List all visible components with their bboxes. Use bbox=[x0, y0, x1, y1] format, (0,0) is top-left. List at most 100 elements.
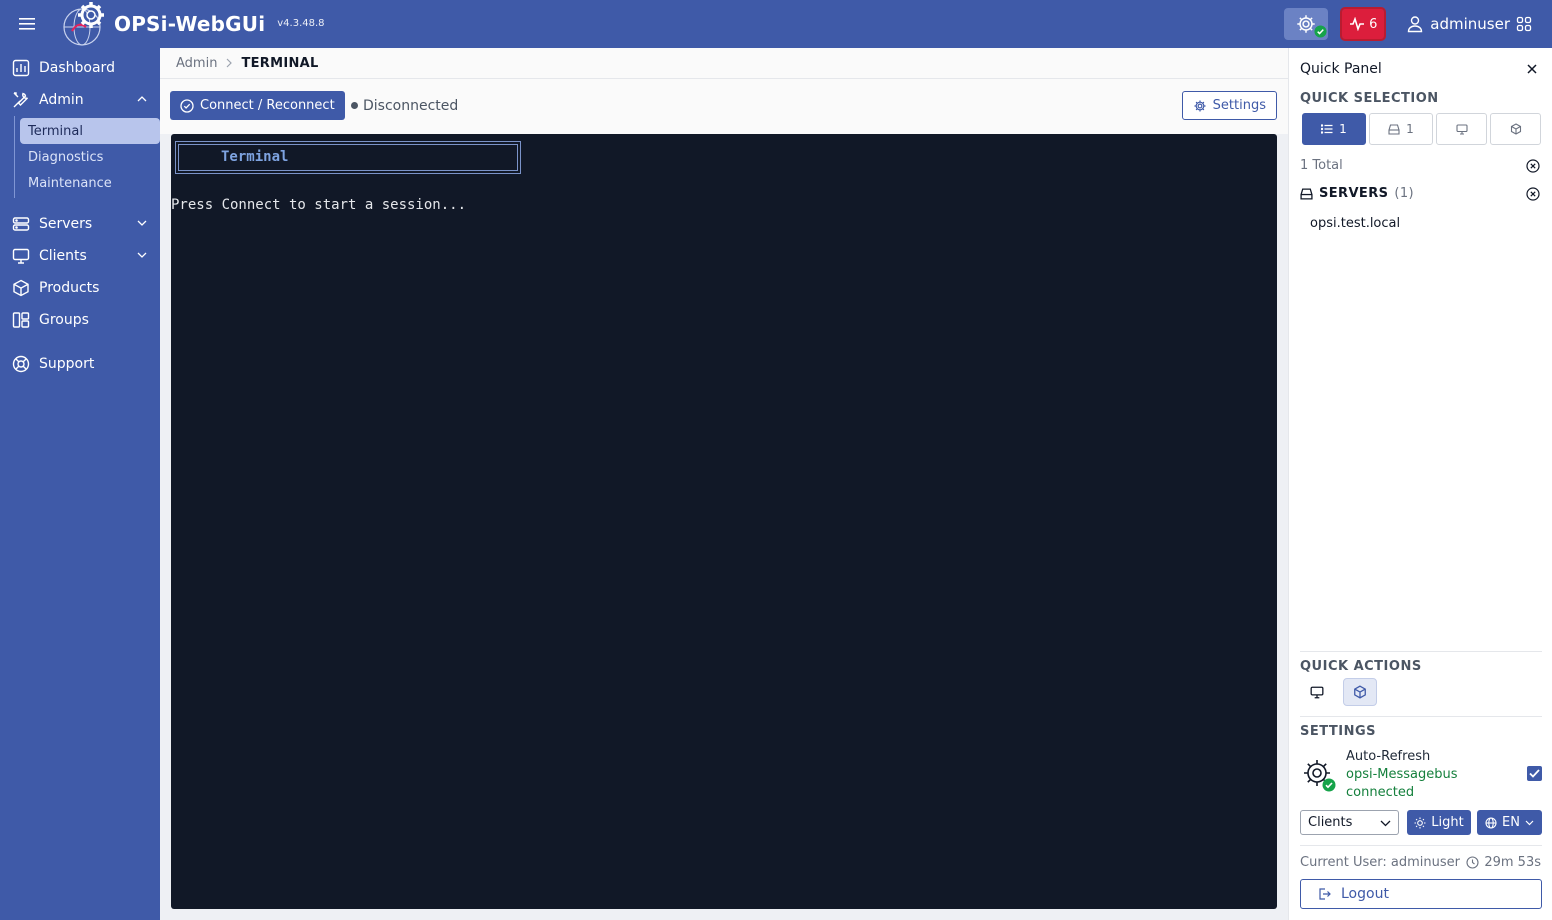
list-item[interactable]: opsi.test.local bbox=[1310, 216, 1400, 231]
quick-action-clients-button[interactable] bbox=[1300, 678, 1334, 706]
sidebar-item-clients[interactable]: Clients bbox=[0, 240, 160, 272]
user-menu[interactable]: adminuser bbox=[1406, 15, 1532, 33]
server-icon bbox=[1300, 187, 1313, 200]
current-user: Current User: adminuser bbox=[1300, 855, 1460, 870]
quick-action-products-button[interactable] bbox=[1343, 678, 1377, 706]
monitor-icon bbox=[1310, 686, 1324, 699]
tools-icon bbox=[11, 90, 31, 110]
sidebar-item-support[interactable]: Support bbox=[0, 348, 160, 380]
username: adminuser bbox=[1430, 15, 1510, 33]
sidebar-item-groups[interactable]: Groups bbox=[0, 304, 160, 336]
sun-icon bbox=[1414, 817, 1426, 829]
opsi-logo-icon bbox=[60, 1, 110, 47]
auto-refresh-checkbox[interactable] bbox=[1527, 766, 1542, 781]
box-icon bbox=[1510, 123, 1522, 135]
connection-status-text: Disconnected bbox=[363, 97, 459, 114]
theme-toggle-button[interactable]: Light bbox=[1407, 810, 1471, 835]
tab-servers-selection[interactable]: 1 bbox=[1369, 113, 1433, 145]
breadcrumb-current: TERMINAL bbox=[241, 55, 319, 71]
close-icon bbox=[1526, 63, 1538, 75]
clear-all-selection-button[interactable] bbox=[1526, 159, 1540, 173]
server-icon bbox=[1388, 123, 1400, 135]
chevron-right-icon bbox=[225, 58, 233, 68]
breadcrumb: Admin TERMINAL bbox=[160, 48, 1288, 79]
terminal-window[interactable]: Terminal Press Connect to start a sessio… bbox=[171, 134, 1277, 909]
sidebar-item-label: Products bbox=[39, 280, 100, 296]
breadcrumb-admin[interactable]: Admin bbox=[176, 56, 217, 71]
admin-submenu: Terminal Diagnostics Maintenance bbox=[14, 116, 160, 198]
auto-refresh-label: Auto-Refresh bbox=[1346, 749, 1431, 764]
tab-all-selection[interactable]: 1 bbox=[1302, 113, 1366, 145]
status-dot-icon bbox=[351, 102, 358, 109]
tab-clients-selection[interactable] bbox=[1436, 113, 1487, 145]
terminal-toolbar: Connect / Reconnect Disconnected Setting… bbox=[160, 79, 1288, 134]
sidebar-item-label: Clients bbox=[39, 248, 87, 264]
selection-total: 1 Total bbox=[1300, 158, 1343, 173]
settings-title: SETTINGS bbox=[1300, 724, 1377, 739]
sidebar-item-label: Support bbox=[39, 356, 95, 372]
servers-selection-header: SERVERS (1) bbox=[1300, 186, 1414, 201]
terminal-title: Terminal bbox=[221, 149, 289, 165]
messagebus-status: connected bbox=[1346, 785, 1415, 800]
servers-label: SERVERS bbox=[1319, 186, 1389, 201]
language-label: EN bbox=[1502, 815, 1520, 830]
quick-actions-title: QUICK ACTIONS bbox=[1300, 659, 1422, 674]
sidebar-item-dashboard[interactable]: Dashboard bbox=[0, 52, 160, 84]
close-quick-panel-button[interactable] bbox=[1526, 63, 1538, 75]
app-logo[interactable]: OPSi-WebGUi v4.3.48.8 bbox=[56, 1, 325, 47]
view-select[interactable]: Clients bbox=[1300, 810, 1399, 835]
gear-icon bbox=[1193, 99, 1207, 113]
health-alert-button[interactable]: 6 bbox=[1340, 7, 1387, 41]
clock-icon bbox=[1466, 856, 1479, 869]
divider bbox=[1300, 845, 1542, 846]
sidebar-item-label: Servers bbox=[39, 216, 93, 232]
sidebar-item-label: Groups bbox=[39, 312, 89, 328]
sidebar-item-maintenance[interactable]: Maintenance bbox=[20, 170, 160, 196]
hamburger-icon bbox=[19, 17, 37, 31]
monitor-icon bbox=[11, 246, 31, 266]
sidebar-item-terminal[interactable]: Terminal bbox=[20, 118, 160, 144]
sidebar-item-products[interactable]: Products bbox=[0, 272, 160, 304]
quick-panel-title: Quick Panel bbox=[1300, 61, 1382, 77]
logout-button[interactable]: Logout bbox=[1300, 879, 1542, 909]
brand-name: OPSi-WebGUi bbox=[114, 12, 266, 36]
alert-count: 6 bbox=[1369, 16, 1378, 32]
session-timer-value: 29m 53s bbox=[1484, 855, 1541, 870]
activity-icon bbox=[1349, 17, 1365, 31]
globe-icon bbox=[1485, 816, 1497, 829]
terminal-settings-button[interactable]: Settings bbox=[1181, 91, 1277, 120]
view-select-value: Clients bbox=[1308, 815, 1353, 830]
divider bbox=[1300, 716, 1542, 717]
language-select-button[interactable]: EN bbox=[1477, 810, 1542, 835]
sidebar-item-servers[interactable]: Servers bbox=[0, 208, 160, 240]
chevron-down-icon bbox=[136, 249, 148, 261]
groups-icon bbox=[11, 310, 31, 330]
lifebuoy-icon bbox=[11, 354, 31, 374]
connect-button[interactable]: Connect / Reconnect bbox=[170, 91, 345, 120]
connection-status: Disconnected bbox=[351, 91, 458, 120]
quick-selection-title: QUICK SELECTION bbox=[1300, 91, 1439, 106]
server-icon bbox=[11, 214, 31, 234]
menu-toggle-button[interactable] bbox=[0, 0, 56, 48]
top-header: OPSi-WebGUi v4.3.48.8 6 adminuser bbox=[0, 0, 1552, 48]
terminal-output-line: Press Connect to start a session... bbox=[171, 197, 467, 213]
sidebar-item-diagnostics[interactable]: Diagnostics bbox=[20, 144, 160, 170]
checkmark-icon bbox=[1529, 769, 1540, 778]
logout-label: Logout bbox=[1341, 886, 1389, 902]
monitor-icon bbox=[1455, 123, 1468, 135]
tab-products-selection[interactable] bbox=[1490, 113, 1541, 145]
user-icon bbox=[1406, 15, 1424, 33]
sidebar-item-admin[interactable]: Admin bbox=[0, 84, 160, 116]
messagebus-status-button[interactable] bbox=[1284, 8, 1329, 40]
quick-selection-tabs: 1 1 bbox=[1302, 113, 1541, 145]
check-circle-icon bbox=[180, 98, 194, 113]
settings-button-label: Settings bbox=[1212, 98, 1266, 113]
chevron-down-icon bbox=[1380, 819, 1391, 827]
header-actions: 6 adminuser bbox=[1284, 0, 1552, 48]
dashboard-icon bbox=[11, 58, 31, 78]
connect-button-label: Connect / Reconnect bbox=[200, 98, 335, 113]
clear-servers-selection-button[interactable] bbox=[1526, 187, 1540, 201]
sidebar-item-label: Admin bbox=[39, 92, 84, 108]
messagebus-name: opsi-Messagebus bbox=[1346, 767, 1458, 782]
sidebar: Dashboard Admin Terminal Diagnostics Mai… bbox=[0, 48, 160, 920]
